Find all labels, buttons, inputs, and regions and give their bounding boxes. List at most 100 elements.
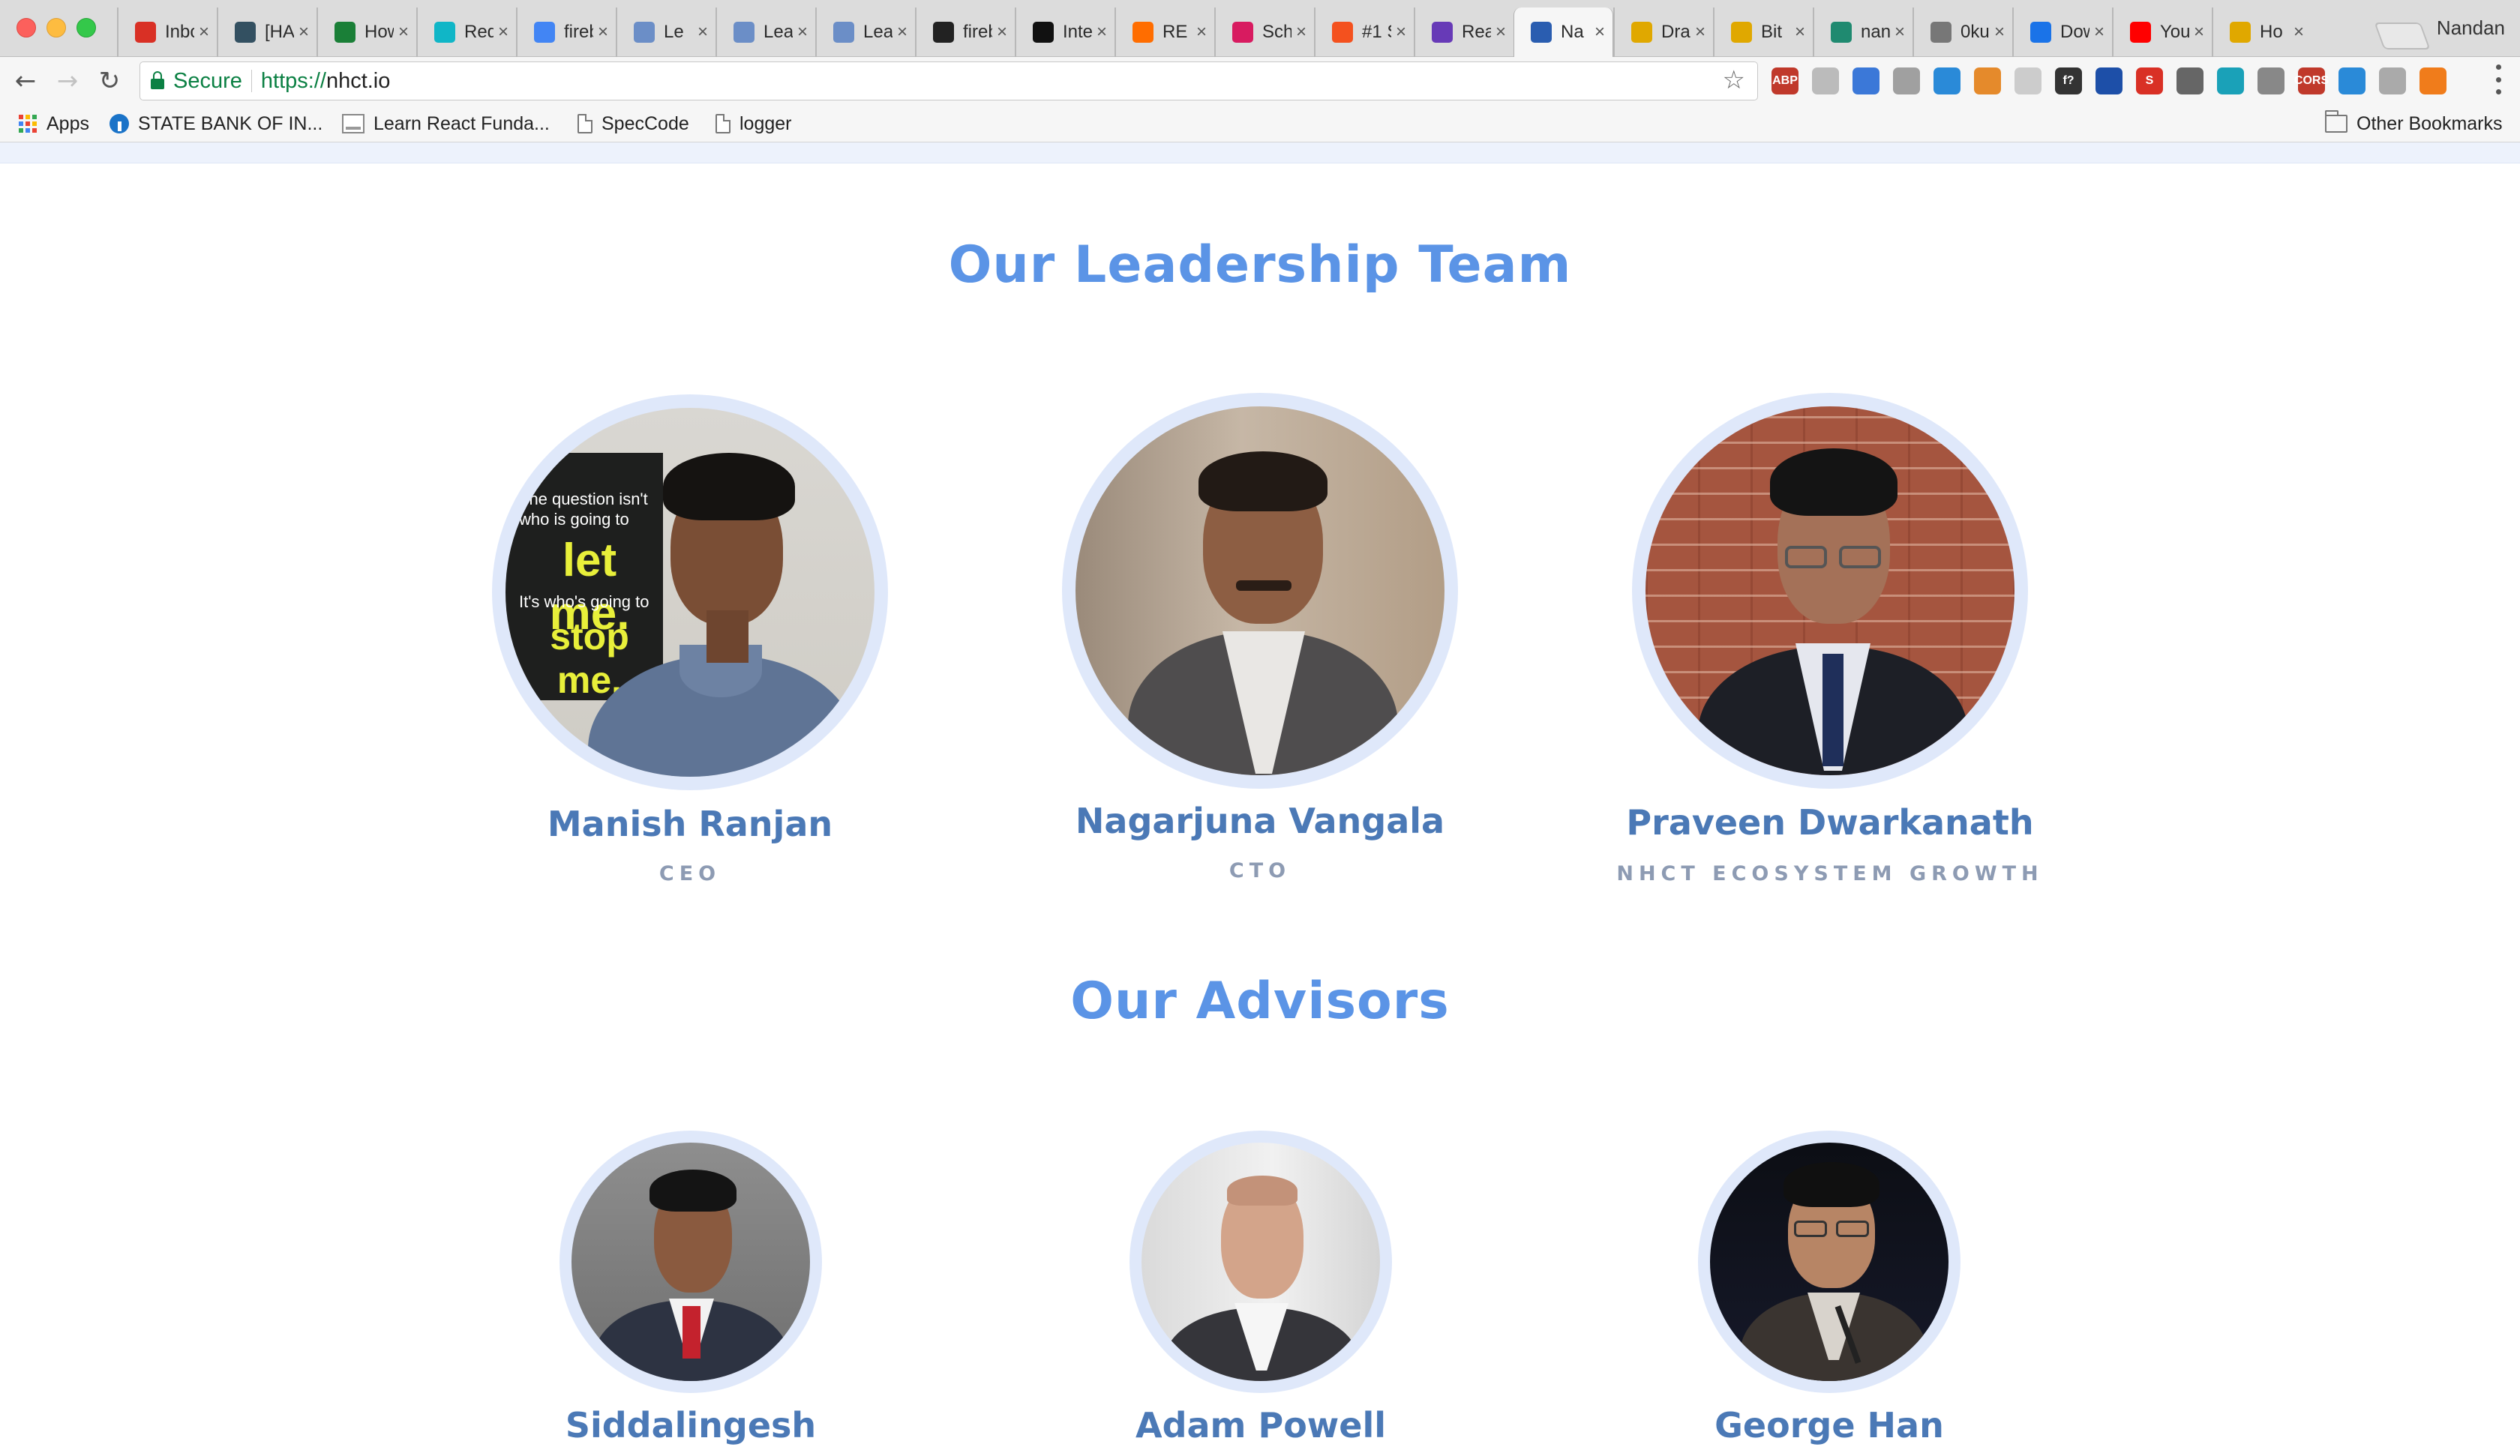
- close-tab-icon[interactable]: ×: [1196, 22, 1207, 43]
- browser-tab[interactable]: Inbox×: [117, 7, 217, 57]
- extension-icon[interactable]: CORS: [2294, 67, 2329, 94]
- url-host: nhct.io: [326, 68, 391, 93]
- close-tab-icon[interactable]: ×: [498, 22, 508, 43]
- close-tab-icon[interactable]: ×: [1994, 22, 2005, 43]
- extension-icon[interactable]: [2258, 67, 2284, 94]
- close-tab-icon[interactable]: ×: [1894, 22, 1905, 43]
- new-tab-button[interactable]: [2374, 22, 2431, 49]
- coin-icon: [2230, 22, 2251, 43]
- profile-name[interactable]: Nandan: [2437, 16, 2505, 40]
- bookmark-label: SpecCode: [602, 112, 689, 134]
- extension-icon[interactable]: [1934, 67, 1960, 94]
- browser-tab[interactable]: Draft×: [1613, 7, 1713, 57]
- close-tab-icon[interactable]: ×: [1096, 22, 1107, 43]
- close-tab-icon[interactable]: ×: [1795, 22, 1805, 43]
- minimize-window-button[interactable]: [46, 18, 66, 37]
- browser-tab[interactable]: Integ×: [1015, 7, 1114, 57]
- github-icon: [933, 22, 954, 43]
- close-tab-icon[interactable]: ×: [1396, 22, 1406, 43]
- browser-tab[interactable]: [HAS×: [217, 7, 316, 57]
- folder-icon: [2325, 110, 2348, 133]
- close-tab-icon[interactable]: ×: [598, 22, 608, 43]
- extension-icon[interactable]: [2379, 67, 2406, 94]
- close-tab-icon[interactable]: ×: [997, 22, 1007, 43]
- extension-icon[interactable]: [1893, 67, 1920, 94]
- tab-label: How: [364, 22, 394, 42]
- browser-tab[interactable]: 0kuy×: [1912, 7, 2012, 57]
- bookmark-speccode[interactable]: SpecCode: [578, 112, 689, 135]
- poster-graphic: The question isn't who is going to let m…: [506, 453, 663, 701]
- browser-tab[interactable]: #1 Si×: [1314, 7, 1414, 57]
- extension-icon[interactable]: [1974, 67, 2001, 94]
- extension-icon[interactable]: [2338, 67, 2366, 94]
- browser-tab[interactable]: React×: [1414, 7, 1514, 57]
- browser-tab[interactable]: fireba×: [915, 7, 1015, 57]
- tab-label: Learn: [863, 22, 892, 42]
- tab-label: YouT: [2160, 22, 2189, 42]
- chrome-menu-icon[interactable]: [2494, 64, 2502, 94]
- browser-tab[interactable]: Na ×: [1514, 7, 1613, 57]
- browser-tab[interactable]: Bit ×: [1713, 7, 1813, 57]
- browser-tab[interactable]: YouT×: [2112, 7, 2212, 57]
- close-window-button[interactable]: [16, 18, 36, 37]
- extension-icon[interactable]: S: [2136, 67, 2163, 94]
- close-tab-icon[interactable]: ×: [1496, 22, 1506, 43]
- address-bar[interactable]: Secure https://nhct.io ☆: [140, 61, 1758, 100]
- browser-tab[interactable]: Learn×: [716, 7, 815, 57]
- coin-icon: [1631, 22, 1652, 43]
- browser-tab[interactable]: Ho ×: [2212, 7, 2312, 57]
- browser-tab[interactable]: Le ×: [616, 7, 716, 57]
- extension-icon[interactable]: [2096, 67, 2122, 94]
- close-tab-icon[interactable]: ×: [1695, 22, 1706, 43]
- browser-tab[interactable]: Learn×: [815, 7, 915, 57]
- extension-icon[interactable]: [1812, 67, 1839, 94]
- close-tab-icon[interactable]: ×: [398, 22, 409, 43]
- avatar: [1130, 1131, 1392, 1393]
- github-icon: [334, 22, 356, 43]
- list-icon: [1432, 22, 1453, 43]
- leader-name: Praveen Dwarkanath: [1626, 802, 2034, 843]
- glasses-shape: [1794, 1221, 1827, 1237]
- extension-icon[interactable]: [2014, 67, 2042, 94]
- browser-tab[interactable]: Schei×: [1214, 7, 1314, 57]
- close-tab-icon[interactable]: ×: [1594, 22, 1605, 43]
- redux-icon: [434, 22, 455, 43]
- forward-arrow-icon[interactable]: →: [51, 64, 84, 97]
- browser-tab[interactable]: Redu×: [416, 7, 516, 57]
- close-tab-icon[interactable]: ×: [2294, 22, 2304, 43]
- close-tab-icon[interactable]: ×: [897, 22, 908, 43]
- fullscreen-window-button[interactable]: [76, 18, 96, 37]
- browser-tab[interactable]: fireba×: [516, 7, 616, 57]
- extension-icon[interactable]: [2420, 67, 2446, 94]
- bookmark-star-icon[interactable]: ☆: [1723, 65, 1745, 95]
- bookmark-apps[interactable]: Apps: [18, 112, 89, 135]
- reload-icon[interactable]: ↻: [93, 64, 126, 97]
- tab-label: Ho: [2260, 22, 2283, 42]
- browser-tab[interactable]: How×: [316, 7, 416, 57]
- extension-icon[interactable]: [1852, 67, 1880, 94]
- avatar: [1632, 393, 2028, 789]
- other-bookmarks[interactable]: Other Bookmarks: [2325, 110, 2503, 135]
- close-tab-icon[interactable]: ×: [1296, 22, 1306, 43]
- back-arrow-icon[interactable]: ←: [9, 64, 42, 97]
- browser-tab[interactable]: nanol×: [1813, 7, 1912, 57]
- extension-icon[interactable]: ABP: [1772, 67, 1798, 94]
- extension-icon[interactable]: [2217, 67, 2244, 94]
- close-tab-icon[interactable]: ×: [2194, 22, 2204, 43]
- browser-tab[interactable]: Dowr×: [2012, 7, 2112, 57]
- close-tab-icon[interactable]: ×: [797, 22, 808, 43]
- gmail-icon: [135, 22, 156, 43]
- close-tab-icon[interactable]: ×: [698, 22, 708, 43]
- browser-tab[interactable]: RE ×: [1114, 7, 1214, 57]
- tab-label: RE: [1162, 22, 1188, 42]
- close-tab-icon[interactable]: ×: [298, 22, 309, 43]
- close-tab-icon[interactable]: ×: [199, 22, 209, 43]
- bookmark-logger[interactable]: logger: [716, 112, 792, 135]
- check-icon: [1332, 22, 1353, 43]
- extension-icon[interactable]: f?: [2055, 67, 2082, 94]
- bookmark-learn-react[interactable]: Learn React Funda...: [342, 112, 550, 135]
- close-tab-icon[interactable]: ×: [2094, 22, 2104, 43]
- extension-icon[interactable]: [2176, 67, 2204, 94]
- bookmark-sbi[interactable]: STATE BANK OF IN...: [110, 112, 322, 135]
- tabs: Inbox×[HAS×How×Redu×fireba×Le×Learn×Lear…: [117, 7, 2400, 57]
